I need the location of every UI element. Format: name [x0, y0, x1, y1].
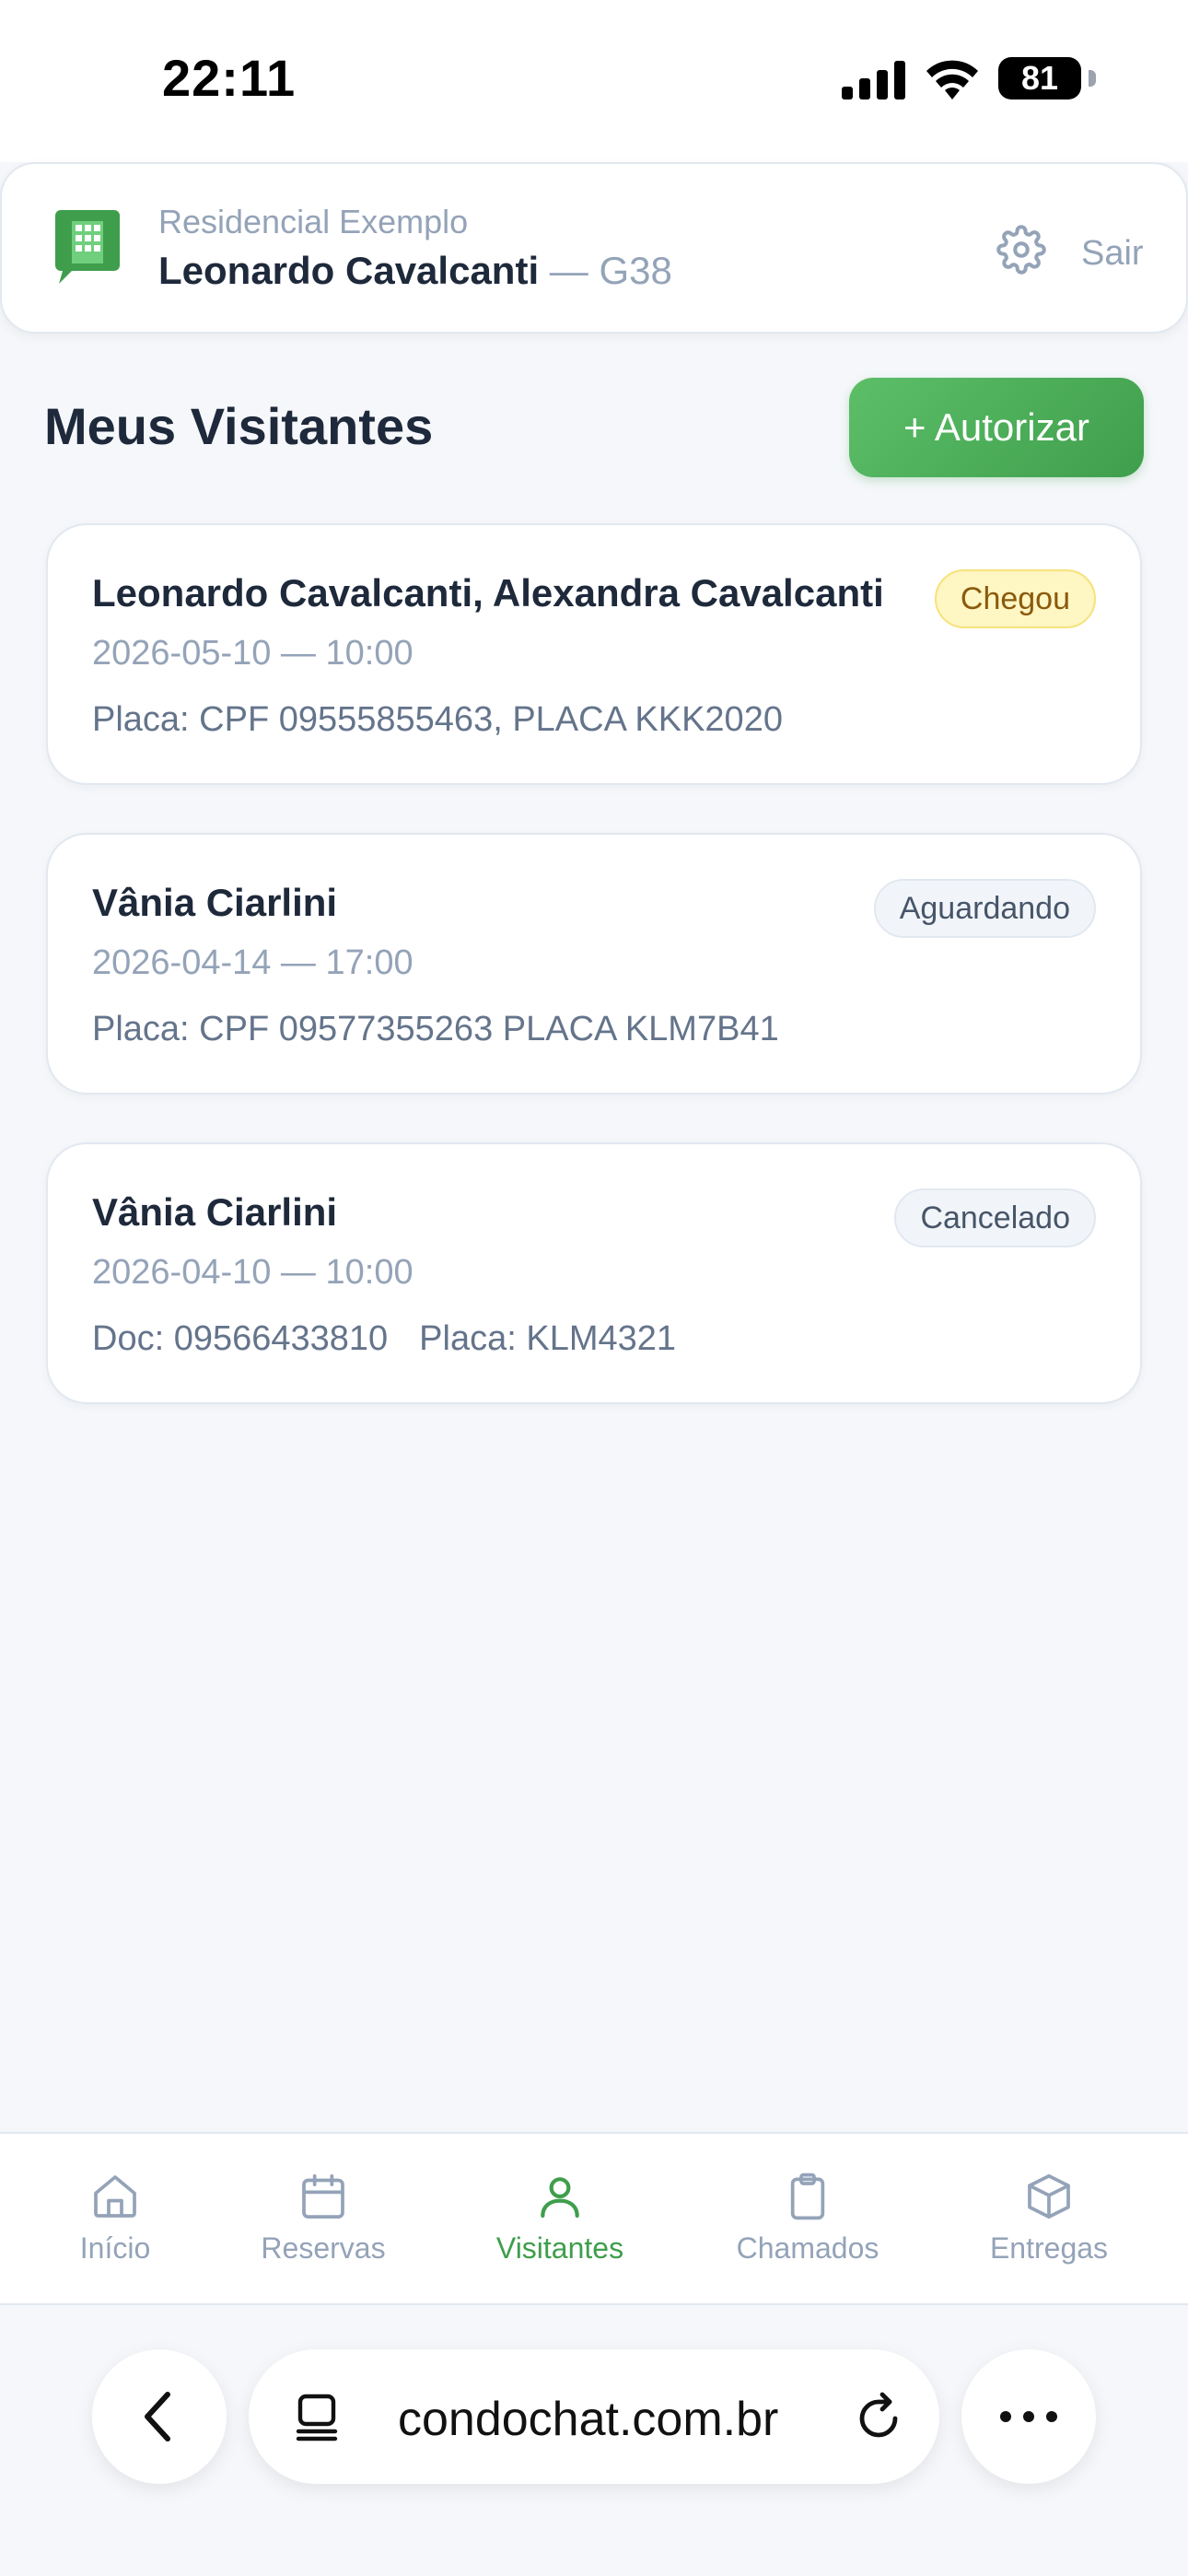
- visitor-plate: Placa: CPF 09555855463, PLACA KKK2020: [92, 700, 783, 739]
- header-card: Residencial Exemplo Leonardo Cavalcanti …: [0, 162, 1188, 334]
- nav-label: Início: [79, 2231, 151, 2265]
- condominium-name: Residencial Exemplo: [158, 203, 469, 240]
- user-icon: [541, 2177, 579, 2219]
- cellular-signal-icon: [842, 61, 905, 100]
- battery-indicator: 81: [998, 57, 1096, 100]
- visitor-name: Vânia Ciarlini: [92, 881, 338, 924]
- visitor-plate: Placa: KLM4321: [419, 1319, 677, 1358]
- package-icon: [1028, 2173, 1070, 2219]
- unit-separator: —: [539, 249, 600, 292]
- page-title: Meus Visitantes: [44, 397, 434, 455]
- more-dots-icon: [1000, 2411, 1057, 2422]
- nav-label: Visitantes: [495, 2231, 624, 2265]
- user-info: Leonardo Cavalcanti — G38: [158, 249, 672, 293]
- status-badge: Cancelado: [894, 1188, 1096, 1247]
- clipboard-icon: [790, 2172, 825, 2220]
- status-badge: Aguardando: [873, 879, 1096, 938]
- authorize-visitor-button[interactable]: + Autorizar: [849, 378, 1144, 477]
- gear-icon[interactable]: [996, 225, 1046, 275]
- logout-button[interactable]: Sair: [1081, 234, 1144, 274]
- visit-datetime: 2026-05-10 — 10:00: [92, 634, 413, 673]
- nav-item-chamados[interactable]: Chamados: [706, 2171, 909, 2272]
- back-button[interactable]: [92, 2349, 227, 2484]
- nav-label: Chamados: [736, 2231, 879, 2265]
- visitor-card[interactable]: Vânia Ciarlini Cancelado 2026-04-10 — 10…: [46, 1142, 1142, 1404]
- address-bar[interactable]: condochat.com.br: [249, 2349, 939, 2484]
- unit-number: G38: [599, 249, 672, 292]
- chevron-left-icon: [145, 2392, 170, 2441]
- bottom-navigation: Início Reservas Visitantes Chamados Entr…: [0, 2132, 1188, 2305]
- nav-item-reservas[interactable]: Reservas: [222, 2171, 425, 2272]
- nav-item-entregas[interactable]: Entregas: [948, 2171, 1150, 2272]
- calendar-icon: [302, 2173, 344, 2219]
- visitor-name: Leonardo Cavalcanti, Alexandra Cavalcant…: [92, 571, 884, 615]
- building-chat-logo-icon: [55, 210, 120, 284]
- reload-icon[interactable]: [853, 2390, 904, 2443]
- status-time: 22:11: [162, 49, 297, 107]
- more-options-button[interactable]: [961, 2349, 1096, 2484]
- tabs-icon[interactable]: [291, 2390, 343, 2443]
- status-bar: 22:11 81: [0, 0, 1188, 162]
- visit-datetime: 2026-04-14 — 17:00: [92, 943, 413, 982]
- status-badge: Chegou: [934, 569, 1096, 628]
- home-icon: [94, 2175, 136, 2218]
- nav-item-inicio[interactable]: Início: [14, 2171, 216, 2272]
- url-text: condochat.com.br: [398, 2393, 779, 2446]
- visitor-name: Vânia Ciarlini: [92, 1190, 338, 1234]
- visitor-card[interactable]: Leonardo Cavalcanti, Alexandra Cavalcant…: [46, 523, 1142, 785]
- visitor-details: Doc: 09566433810 Placa: KLM4321: [92, 1319, 707, 1359]
- nav-item-visitantes[interactable]: Visitantes: [459, 2171, 661, 2272]
- nav-label: Entregas: [989, 2231, 1109, 2265]
- user-name: Leonardo Cavalcanti: [158, 249, 540, 292]
- visitor-card[interactable]: Vânia Ciarlini Aguardando 2026-04-14 — 1…: [46, 833, 1142, 1095]
- visitor-plate: Placa: CPF 09577355263 PLACA KLM7B41: [92, 1010, 779, 1048]
- visit-datetime: 2026-04-10 — 10:00: [92, 1253, 413, 1292]
- browser-toolbar: condochat.com.br: [0, 2305, 1188, 2576]
- wifi-icon: [926, 60, 978, 100]
- nav-label: Reservas: [261, 2231, 386, 2265]
- visitor-document: Doc: 09566433810: [92, 1319, 389, 1358]
